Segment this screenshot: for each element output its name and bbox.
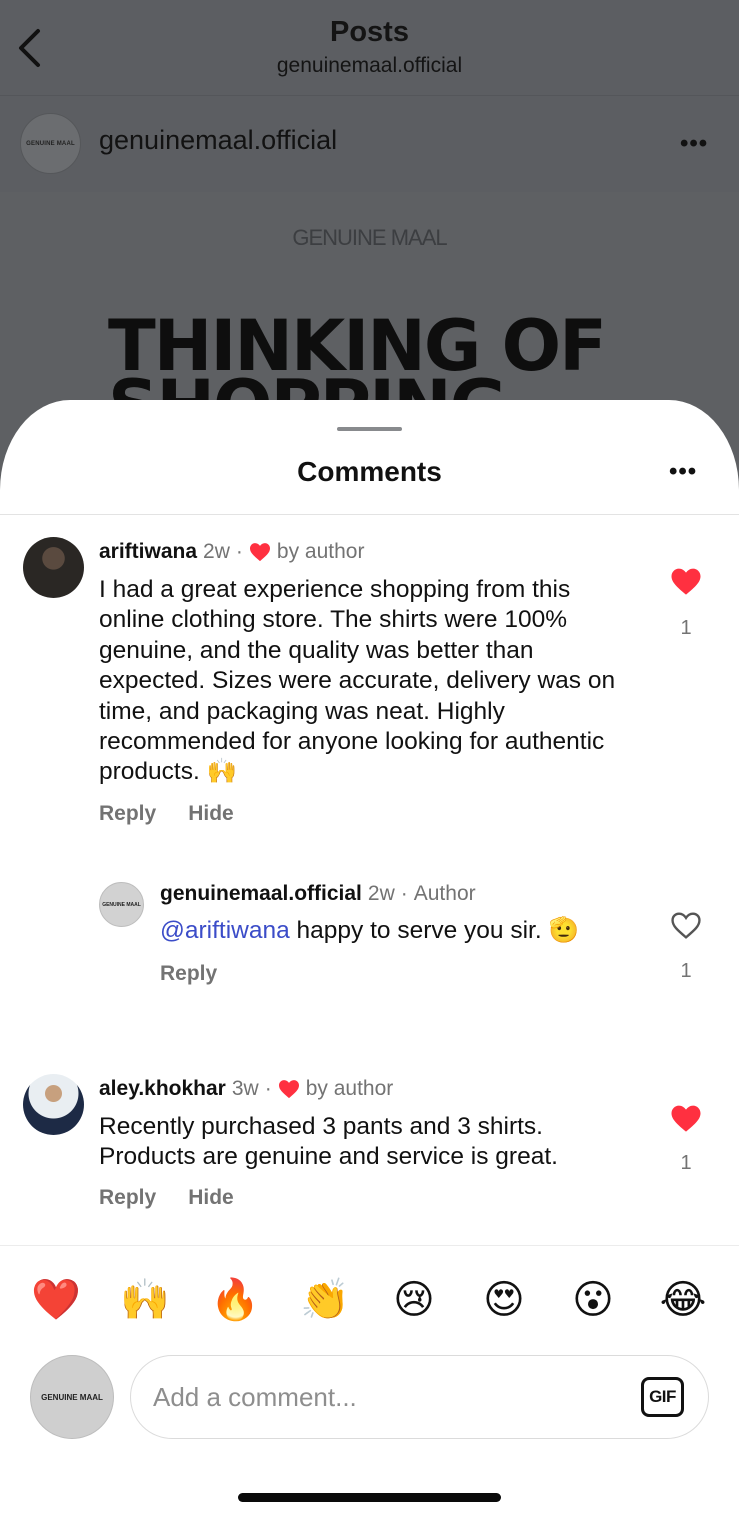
comment-actions: Reply Hide [99,802,234,826]
like-button[interactable] [669,565,703,597]
comments-sheet: Comments ••• ariftiwana 2w · by author I… [0,400,739,1518]
emoji-bar-divider [0,1245,739,1246]
post-author-username[interactable]: genuinemaal.official [99,125,337,156]
crying-emoji-button[interactable]: 😢 [389,1275,439,1325]
comment-actions: Reply Hide [99,1186,234,1210]
heart-filled-icon [671,1105,701,1132]
hide-button[interactable]: Hide [188,1186,234,1210]
comment-actions: Reply [160,962,217,986]
mention-link[interactable]: @ariftiwana [160,917,290,944]
like-button[interactable] [669,1102,703,1134]
composer-avatar: GENUINE MAAL [30,1355,114,1439]
meta-separator: · [400,882,408,905]
heart-outline-icon [671,911,701,939]
comment-meta: ariftiwana 2w · by author [99,540,364,564]
page-title: Posts [330,16,409,48]
like-count: 1 [680,960,692,982]
comment-meta: aley.khokhar 3w · by author [99,1077,393,1101]
laughing-emoji-button[interactable]: 😂 [658,1275,708,1325]
liked-by-author-badge: by author [276,540,365,563]
comment-username[interactable]: genuinemaal.official [160,882,362,906]
comment-input[interactable] [153,1374,613,1420]
avatar-logo-text: GENUINE MAAL [26,140,75,147]
sheet-grabber[interactable] [337,427,402,431]
sheet-more-icon[interactable]: ••• [669,458,697,486]
raised-hands-emoji-button[interactable]: 🙌 [120,1275,170,1325]
liked-by-author-badge: by author [305,1077,394,1100]
brand-wordmark: GENUINE MAAL [292,225,447,250]
header-divider [0,95,739,96]
comment-username[interactable]: ariftiwana [99,540,197,564]
surprised-emoji-button[interactable]: 😮 [568,1275,618,1325]
gif-button[interactable]: GIF [641,1377,684,1417]
hide-button[interactable]: Hide [188,802,234,826]
comment-meta: genuinemaal.official 2w · Author [160,882,476,906]
avatar[interactable] [23,1074,84,1135]
like-count: 1 [680,1152,692,1174]
reply-button[interactable]: Reply [99,802,156,826]
like-button[interactable] [669,909,703,941]
post-header: GENUINE MAAL genuinemaal.official ••• [0,100,739,190]
meta-separator: · [264,1077,272,1100]
page-subtitle: genuinemaal.official [276,54,463,77]
heart-filled-icon [249,543,270,562]
comment-text: Recently purchased 3 pants and 3 shirts.… [99,1113,558,1171]
comment-time: 3w [231,1077,259,1100]
reply-item: GENUINE MAAL genuinemaal.official 2w · A… [0,878,739,998]
heart-filled-icon [671,568,701,595]
comment-username[interactable]: aley.khokhar [99,1077,226,1101]
comment-text: I had a great experience shopping from t… [99,576,616,786]
gif-label: GIF [649,1387,676,1406]
post-author-avatar[interactable]: GENUINE MAAL [20,113,81,174]
reply-text: happy to serve you sir. 🫡 [289,917,579,944]
comment-text: @ariftiwana happy to serve you sir. 🫡 [160,916,627,946]
reply-button[interactable]: Reply [99,1186,156,1210]
comment-item: aley.khokhar 3w · by author Recently pur… [0,1072,739,1222]
avatar[interactable] [23,537,84,598]
sheet-title: Comments [297,456,442,487]
top-navigation-bar: Posts genuinemaal.official [0,0,739,95]
reply-button[interactable]: Reply [160,962,217,986]
comment-composer: GIF [130,1355,709,1439]
heart-filled-icon [278,1080,299,1099]
fire-emoji-button[interactable]: 🔥 [210,1275,260,1325]
avatar-logo-text: GENUINE MAAL [41,1392,103,1402]
meta-separator: · [235,540,243,563]
comment-time: 2w [203,540,230,563]
heart-eyes-emoji-button[interactable]: 😍 [479,1275,529,1325]
post-more-icon[interactable]: ••• [680,130,708,158]
avatar-logo-text: GENUINE MAAL [102,901,141,908]
quick-reaction-bar: ❤️ 🙌 🔥 👏 😢 😍 😮 😂 [0,1275,739,1327]
comment-item: ariftiwana 2w · by author I had a great … [0,535,739,835]
heart-emoji-button[interactable]: ❤️ [31,1275,81,1325]
clap-emoji-button[interactable]: 👏 [300,1275,350,1325]
avatar[interactable]: GENUINE MAAL [99,882,144,927]
comment-time: 2w [367,882,395,905]
author-badge: Author [413,882,476,905]
sheet-divider [0,514,739,515]
home-indicator[interactable] [238,1493,501,1502]
like-count: 1 [680,617,692,639]
